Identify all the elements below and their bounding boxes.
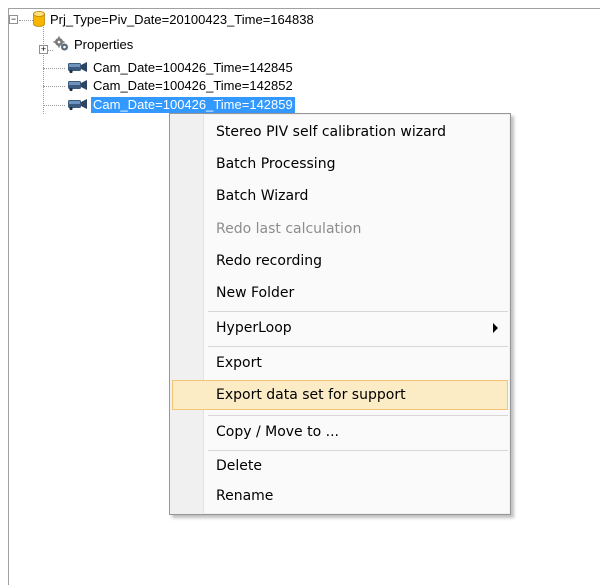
menu-item-redo-last-calculation: Redo last calculation (172, 214, 508, 244)
menu-item-stereo-piv-wizard[interactable]: Stereo PIV self calibration wizard (172, 117, 508, 147)
tree-properties-label: Properties (74, 37, 134, 52)
menu-item-rename[interactable]: Rename (172, 481, 508, 511)
tree-root-label: Prj_Type=Piv_Date=20100423_Time=164838 (50, 12, 314, 27)
camera-icon (66, 78, 88, 95)
menu-item-export-data-set-for-support[interactable]: Export data set for support (172, 380, 508, 410)
menu-separator (208, 311, 508, 312)
submenu-arrow-icon (493, 323, 498, 333)
menu-item-batch-wizard[interactable]: Batch Wizard (172, 181, 508, 211)
menu-item-label: Delete (216, 458, 262, 474)
menu-item-label: Export data set for support (216, 387, 406, 403)
menu-separator (208, 346, 508, 347)
tree-camera-node[interactable]: Cam_Date=100426_Time=142845 (66, 59, 295, 77)
tree-camera-label: Cam_Date=100426_Time=142852 (93, 78, 293, 93)
tree-properties-node[interactable]: Properties (53, 36, 135, 54)
camera-icon (66, 97, 88, 114)
tree-connector (43, 105, 65, 106)
menu-item-label: Redo last calculation (216, 221, 362, 237)
menu-item-label: Batch Wizard (216, 188, 309, 204)
tree-connector (43, 86, 65, 87)
menu-item-label: Redo recording (216, 253, 322, 269)
menu-item-label: Stereo PIV self calibration wizard (216, 124, 447, 140)
menu-item-label: New Folder (216, 285, 295, 301)
tree-connector (19, 20, 33, 21)
menu-item-batch-processing[interactable]: Batch Processing (172, 149, 508, 179)
tree-camera-label: Cam_Date=100426_Time=142859 (91, 97, 295, 113)
expand-toggle[interactable]: + (39, 45, 48, 54)
menu-item-label: Rename (216, 488, 274, 504)
menu-item-copy-move-to[interactable]: Copy / Move to ... (172, 417, 508, 447)
menu-item-hyperloop[interactable]: HyperLoop (172, 313, 508, 343)
context-menu: Stereo PIV self calibration wizard Batch… (169, 113, 511, 515)
menu-item-label: Export (216, 355, 262, 371)
menu-item-redo-recording[interactable]: Redo recording (172, 246, 508, 276)
menu-item-label: HyperLoop (216, 320, 292, 336)
tree-root-node[interactable]: Prj_Type=Piv_Date=20100423_Time=164838 (33, 10, 316, 30)
database-icon (33, 10, 45, 30)
menu-item-delete[interactable]: Delete (172, 451, 508, 481)
gear-icon (53, 36, 69, 55)
menu-item-new-folder[interactable]: New Folder (172, 278, 508, 308)
tree-camera-label: Cam_Date=100426_Time=142845 (93, 60, 293, 75)
camera-icon (66, 60, 88, 77)
collapse-toggle[interactable]: − (9, 15, 18, 24)
tree-camera-node-selected[interactable]: Cam_Date=100426_Time=142859 (66, 96, 295, 114)
tree-camera-node[interactable]: Cam_Date=100426_Time=142852 (66, 77, 295, 95)
menu-item-label: Copy / Move to ... (216, 424, 339, 440)
menu-item-export[interactable]: Export (172, 348, 508, 378)
tree-connector (43, 68, 65, 69)
menu-separator (208, 415, 508, 416)
menu-item-label: Batch Processing (216, 156, 336, 172)
